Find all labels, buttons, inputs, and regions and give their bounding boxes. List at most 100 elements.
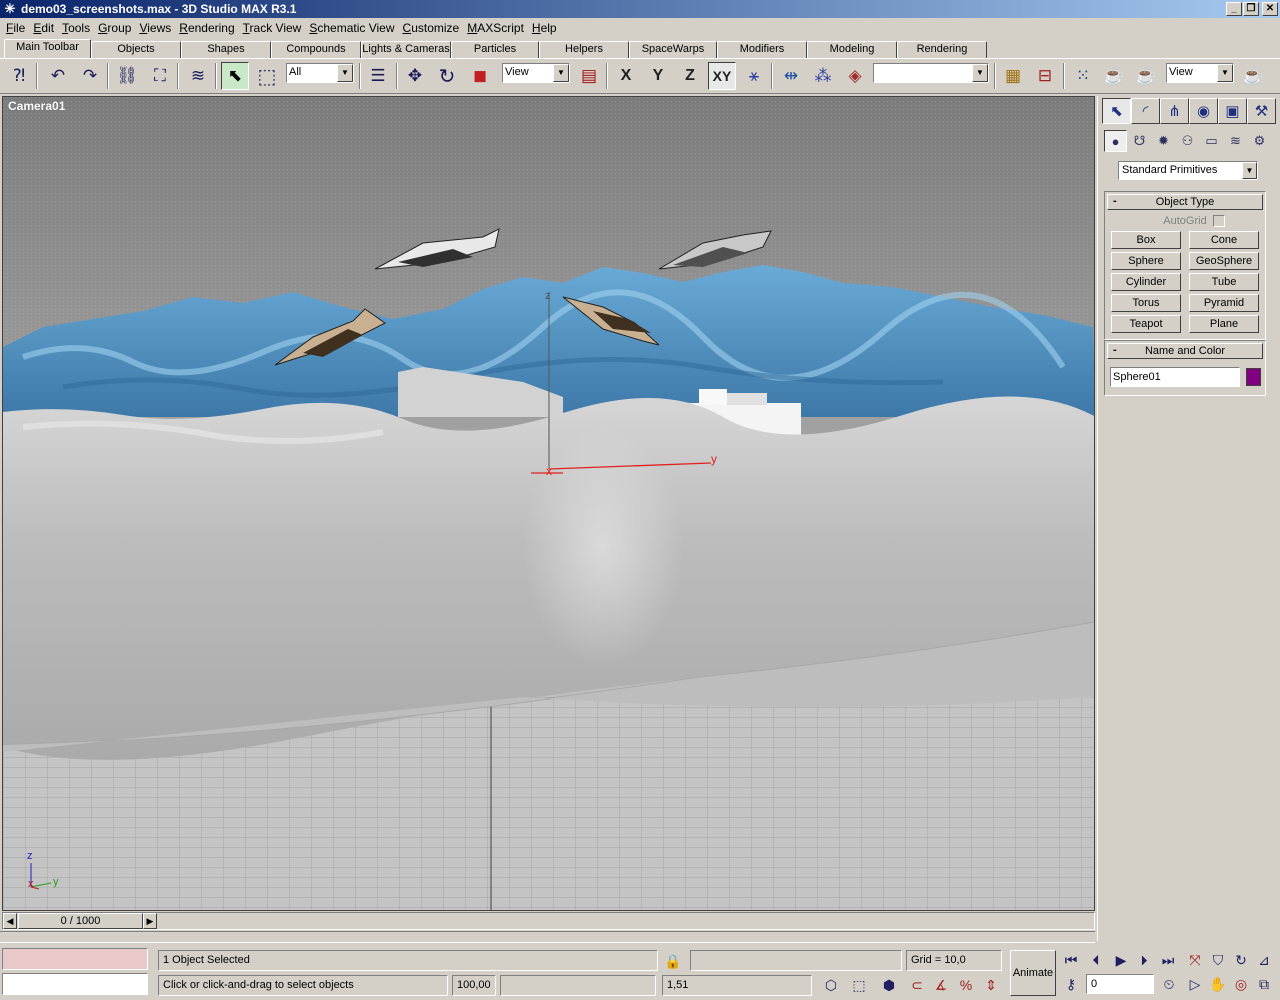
minimize-button[interactable]: _ bbox=[1226, 2, 1242, 16]
redo-icon[interactable]: ↷ bbox=[76, 62, 104, 90]
tab-shapes[interactable]: Shapes bbox=[181, 41, 271, 58]
menu-rendering[interactable]: Rendering bbox=[175, 19, 238, 37]
orbit-camera-icon[interactable]: ◎ bbox=[1230, 973, 1252, 995]
perspective-icon[interactable]: ⊿ bbox=[1253, 949, 1275, 971]
chevron-down-icon[interactable]: ▼ bbox=[337, 64, 353, 82]
cone-button[interactable]: Cone bbox=[1189, 231, 1259, 249]
spinner-snap-icon[interactable]: ⇕ bbox=[980, 974, 1002, 996]
tab-modeling[interactable]: Modeling bbox=[807, 41, 897, 58]
shapes-category-icon[interactable]: ☋ bbox=[1128, 130, 1151, 152]
time-configuration-icon[interactable]: ⏲ bbox=[1158, 973, 1180, 995]
tab-modifiers[interactable]: Modifiers bbox=[717, 41, 807, 58]
previous-frame-icon[interactable]: ⏴ bbox=[1085, 949, 1107, 971]
go-to-start-icon[interactable]: ⏮ bbox=[1060, 949, 1082, 971]
mirror-icon[interactable]: ⇹ bbox=[777, 62, 805, 90]
material-editor-icon[interactable]: ⁙ bbox=[1069, 62, 1097, 90]
close-button[interactable]: ✕ bbox=[1262, 2, 1278, 16]
chevron-down-icon[interactable]: ▼ bbox=[1242, 162, 1257, 179]
geometry-category-icon[interactable]: ● bbox=[1104, 130, 1127, 152]
lock-selection-icon[interactable]: 🔒 bbox=[662, 950, 684, 972]
tab-compounds[interactable]: Compounds bbox=[271, 41, 361, 58]
time-slider-prev-icon[interactable]: ◀ bbox=[3, 913, 17, 929]
menu-file[interactable]: File bbox=[2, 19, 29, 37]
maximize-button[interactable]: ❐ bbox=[1243, 2, 1259, 16]
window-crossing-icon[interactable]: ⬚ bbox=[848, 974, 870, 996]
select-and-rotate-icon[interactable]: ↻ bbox=[433, 62, 461, 90]
time-slider-thumb[interactable]: 0 / 1000 bbox=[18, 913, 143, 929]
select-by-name-icon[interactable]: ☰ bbox=[364, 62, 392, 90]
tab-spacewarps[interactable]: SpaceWarps bbox=[629, 41, 717, 58]
menu-schematic-view[interactable]: Schematic View bbox=[305, 19, 398, 37]
track-view-icon[interactable]: ▦ bbox=[999, 62, 1027, 90]
select-and-scale-icon[interactable]: ◼ bbox=[466, 62, 494, 90]
zoom-all-icon[interactable]: ⛉ bbox=[1207, 949, 1229, 971]
systems-category-icon[interactable]: ⚙ bbox=[1248, 130, 1271, 152]
track-bar[interactable] bbox=[0, 931, 1095, 943]
create-panel-icon[interactable]: ⬉ bbox=[1102, 98, 1131, 124]
object-type-header[interactable]: - Object Type bbox=[1107, 194, 1263, 210]
roll-icon[interactable]: ▷ bbox=[1184, 973, 1206, 995]
tab-objects[interactable]: Objects bbox=[91, 41, 181, 58]
min-max-toggle-icon[interactable]: ⧉ bbox=[1253, 973, 1275, 995]
go-to-end-icon[interactable]: ⏭ bbox=[1157, 949, 1179, 971]
select-and-link-icon[interactable]: ⛓ bbox=[113, 62, 141, 90]
menu-track-view[interactable]: Track View bbox=[239, 19, 306, 37]
geosphere-button[interactable]: GeoSphere bbox=[1189, 252, 1259, 270]
app-icon[interactable]: ✳ bbox=[3, 2, 17, 16]
percent-snap-icon[interactable]: % bbox=[955, 974, 977, 996]
tab-lights-cameras[interactable]: Lights & Cameras bbox=[361, 41, 451, 58]
degradation-override-icon[interactable]: ⬡ bbox=[820, 974, 842, 996]
current-frame-input[interactable]: 0 bbox=[1086, 974, 1154, 994]
autogrid-checkbox[interactable] bbox=[1213, 215, 1225, 227]
cylinder-button[interactable]: Cylinder bbox=[1111, 273, 1181, 291]
restrict-xy-button[interactable]: XY bbox=[708, 62, 736, 90]
play-icon[interactable]: ▶ bbox=[1110, 949, 1132, 971]
object-name-input[interactable]: Sphere01 bbox=[1110, 367, 1240, 387]
y-coordinate[interactable] bbox=[500, 975, 656, 996]
chevron-down-icon[interactable]: ▼ bbox=[553, 64, 569, 82]
hierarchy-panel-icon[interactable]: ⋔ bbox=[1160, 98, 1189, 124]
pan-icon[interactable]: ✋ bbox=[1207, 973, 1229, 995]
tube-button[interactable]: Tube bbox=[1189, 273, 1259, 291]
utilities-panel-icon[interactable]: ⚒ bbox=[1247, 98, 1276, 124]
cameras-category-icon[interactable]: ⚇ bbox=[1176, 130, 1199, 152]
collapse-icon[interactable]: - bbox=[1113, 343, 1117, 357]
time-slider-next-icon[interactable]: ▶ bbox=[143, 913, 157, 929]
motion-panel-icon[interactable]: ◉ bbox=[1189, 98, 1218, 124]
select-object-icon[interactable]: ⬉ bbox=[221, 62, 249, 90]
ref-coord-system-dropdown[interactable]: View ▼ bbox=[502, 63, 570, 83]
camera-viewport[interactable]: y x z z y x Camera01 bbox=[2, 96, 1095, 911]
time-slider[interactable]: ◀ 0 / 1000 ▶ bbox=[2, 912, 1095, 930]
helpers-category-icon[interactable]: ▭ bbox=[1200, 130, 1223, 152]
z-coordinate[interactable]: 1,51 bbox=[662, 975, 812, 996]
maxscript-listener-mini[interactable] bbox=[2, 948, 148, 970]
object-color-swatch[interactable] bbox=[1246, 368, 1261, 386]
animate-button[interactable]: Animate bbox=[1010, 950, 1056, 996]
pyramid-button[interactable]: Pyramid bbox=[1189, 294, 1259, 312]
dolly-icon[interactable]: ↻ bbox=[1230, 949, 1252, 971]
key-mode-icon[interactable]: ⚷ bbox=[1060, 973, 1082, 995]
3d-snap-icon[interactable]: ⬢ bbox=[878, 974, 900, 996]
torus-button[interactable]: Torus bbox=[1111, 294, 1181, 312]
undo-icon[interactable]: ↶ bbox=[44, 62, 72, 90]
modify-panel-icon[interactable]: ◜ bbox=[1131, 98, 1160, 124]
angle-snap-icon[interactable]: ∡ bbox=[930, 974, 952, 996]
tab-particles[interactable]: Particles bbox=[451, 41, 539, 58]
use-pivot-center-icon[interactable]: ▤ bbox=[575, 62, 603, 90]
tab-rendering[interactable]: Rendering bbox=[897, 41, 987, 58]
render-last-icon[interactable]: ☕ bbox=[1239, 62, 1267, 90]
viewport-label[interactable]: Camera01 bbox=[8, 99, 65, 113]
align-icon[interactable]: ◈ bbox=[841, 62, 869, 90]
maxscript-input[interactable] bbox=[2, 973, 148, 995]
collapse-icon[interactable]: - bbox=[1113, 194, 1117, 208]
menu-help[interactable]: Help bbox=[528, 19, 561, 37]
menu-maxscript[interactable]: MAXScript bbox=[463, 19, 528, 37]
box-button[interactable]: Box bbox=[1111, 231, 1181, 249]
teapot-button[interactable]: Teapot bbox=[1111, 315, 1181, 333]
menu-edit[interactable]: Edit bbox=[29, 19, 58, 37]
sphere-button[interactable]: Sphere bbox=[1111, 252, 1181, 270]
named-selection-dropdown[interactable]: ▼ bbox=[873, 63, 989, 83]
display-panel-icon[interactable]: ▣ bbox=[1218, 98, 1247, 124]
menu-views[interactable]: Views bbox=[135, 19, 175, 37]
plane-button[interactable]: Plane bbox=[1189, 315, 1259, 333]
